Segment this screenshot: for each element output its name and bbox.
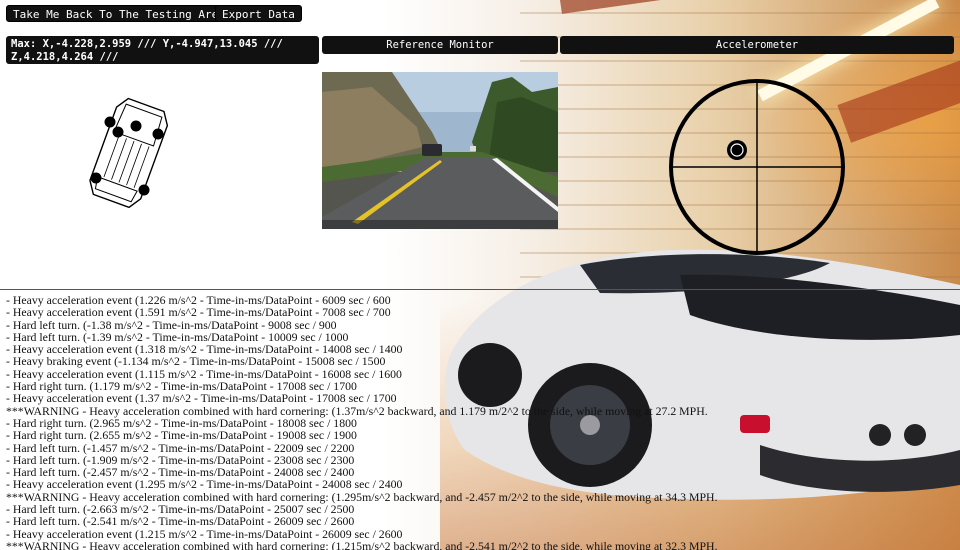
log-entry: - Heavy acceleration event (1.37 m/s^2 -… bbox=[6, 391, 397, 406]
wheel-front-right bbox=[152, 128, 164, 140]
back-to-testing-button[interactable]: Take Me Back To The Testing Area bbox=[6, 5, 232, 22]
log-entry: - Hard right turn. (2.655 m/s^2 - Time-i… bbox=[6, 428, 357, 443]
log-entry: - Hard left turn. (-2.541 m/s^2 - Time-i… bbox=[6, 514, 355, 529]
wheel-front-left bbox=[104, 116, 116, 128]
wheel-front-center bbox=[130, 120, 142, 132]
log-entry: ***WARNING - Heavy acceleration combined… bbox=[6, 538, 718, 550]
wheel-rear-right bbox=[138, 184, 150, 196]
reference-monitor-header: Reference Monitor bbox=[322, 36, 558, 54]
wheel-front-left-inner bbox=[112, 126, 124, 138]
export-data-button[interactable]: Export Data bbox=[215, 5, 302, 22]
log-entry: - Heavy acceleration event (1.295 m/s^2 … bbox=[6, 477, 403, 492]
reference-monitor-video[interactable] bbox=[322, 72, 558, 229]
wheel-rear-left bbox=[90, 172, 102, 184]
log-entry: - Heavy braking event (-1.134 m/s^2 - Ti… bbox=[6, 354, 386, 369]
max-readout: Max: X,-4.228,2.959 /// Y,-4.947,13.045 … bbox=[6, 36, 319, 64]
log-entry: - Hard left turn. (-1.457 m/s^2 - Time-i… bbox=[6, 440, 355, 455]
event-log: - Heavy acceleration event (1.226 m/s^2 … bbox=[6, 294, 956, 550]
acceleration-dot bbox=[727, 140, 747, 160]
accelerometer-header: Accelerometer bbox=[560, 36, 954, 54]
car-wheel-diagram bbox=[89, 97, 169, 209]
divider bbox=[0, 289, 960, 290]
car-outline bbox=[89, 97, 169, 209]
accelerometer-gauge bbox=[669, 79, 845, 255]
log-entry: - Heavy acceleration event (1.591 m/s^2 … bbox=[6, 305, 391, 320]
